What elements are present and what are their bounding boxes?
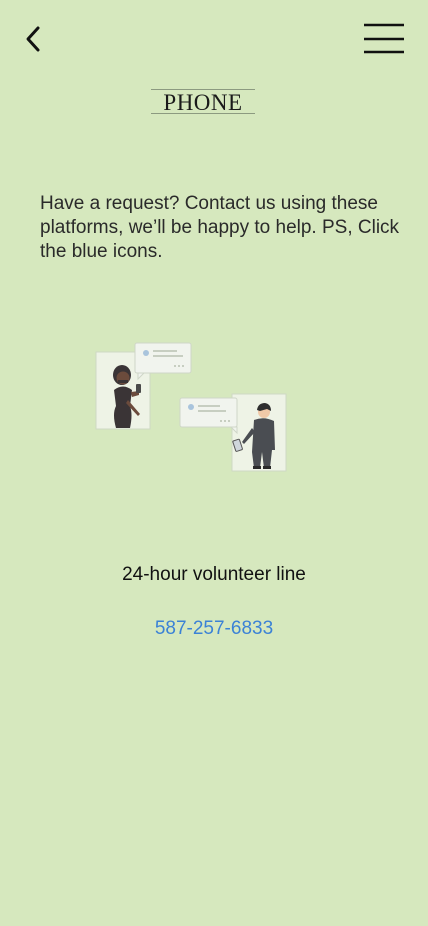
volunteer-line-label: 24-hour volunteer line — [122, 564, 306, 585]
page-title: PHONE — [151, 89, 255, 115]
intro-text: Have a request? Contact us using these p… — [40, 193, 400, 262]
menu-button[interactable] — [362, 22, 406, 56]
phone-number-link[interactable]: 587-257-6833 — [0, 617, 428, 641]
hamburger-menu-icon — [364, 23, 404, 54]
chevron-left-icon — [26, 26, 40, 52]
two-people-texting-illustration — [95, 342, 287, 472]
back-button[interactable] — [20, 22, 48, 56]
